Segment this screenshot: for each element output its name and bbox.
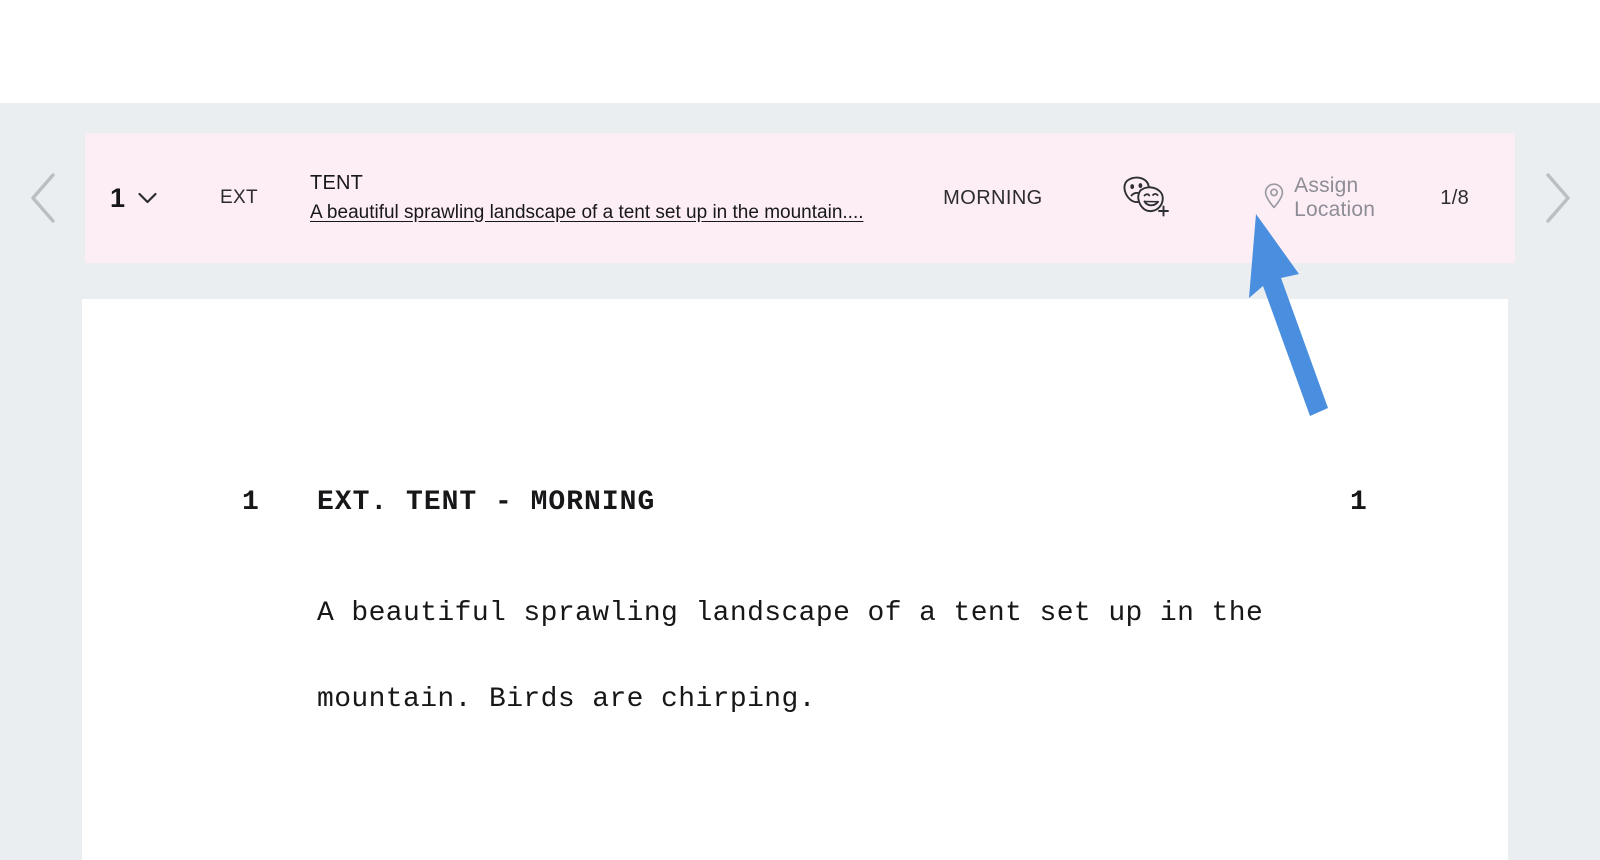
assign-location-button[interactable]: Assign Location: [1263, 174, 1440, 222]
chevron-down-icon: [137, 191, 158, 205]
action-line-1: A beautiful sprawling landscape of a ten…: [317, 598, 1264, 630]
action-block[interactable]: A beautiful sprawling landscape of a ten…: [317, 543, 1263, 771]
scene-number-dropdown[interactable]: 1: [110, 183, 178, 214]
script-page: 1 EXT. TENT - MORNING 1 A beautiful spra…: [82, 299, 1508, 860]
previous-scene-button[interactable]: [0, 133, 85, 263]
scene-navigation-row: 1 EXT TENT A beautiful sprawling landsca…: [0, 133, 1600, 263]
chevron-right-icon: [1541, 171, 1575, 225]
next-scene-button[interactable]: [1515, 133, 1600, 263]
action-line-2: mountain. Birds are chirping.: [317, 683, 816, 715]
script-content: 1 EXT. TENT - MORNING 1 A beautiful spra…: [82, 299, 1508, 860]
assign-location-label: Assign Location: [1294, 174, 1376, 221]
scene-slug-number-left: 1: [242, 487, 259, 518]
top-white-strip: [0, 0, 1600, 103]
scene-text-block: TENT A beautiful sprawling landscape of …: [310, 170, 893, 227]
map-pin-icon: [1263, 182, 1285, 215]
scene-slug-heading[interactable]: EXT. TENT - MORNING: [317, 487, 655, 518]
scene-number-value: 1: [110, 182, 126, 213]
scene-int-ext-value[interactable]: EXT: [220, 187, 288, 209]
assign-cast-button[interactable]: [1113, 170, 1175, 226]
chevron-left-icon: [26, 171, 60, 225]
scene-slug-number-right: 1: [1350, 487, 1367, 518]
scene-synopsis[interactable]: A beautiful sprawling landscape of a ten…: [310, 200, 893, 227]
scene-summary-bar: 1 EXT TENT A beautiful sprawling landsca…: [85, 133, 1515, 263]
scene-title[interactable]: TENT: [310, 170, 893, 197]
scene-page-eighths: 1/8: [1440, 186, 1469, 209]
theater-masks-add-icon: [1119, 173, 1169, 224]
scene-time-of-day[interactable]: MORNING: [943, 187, 1089, 210]
